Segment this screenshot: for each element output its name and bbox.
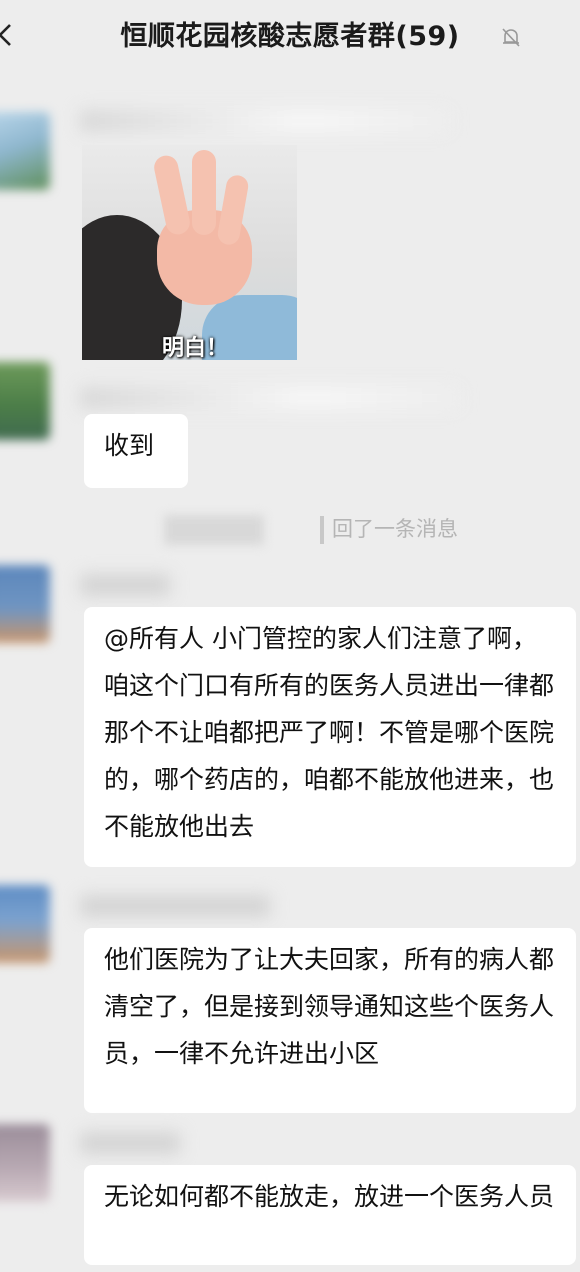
mute-bell-icon — [502, 28, 520, 47]
message-bubble: 他们医院为了让大夫回家，所有的病人都清空了，但是接到领导通知这些个医务人员，一律… — [84, 928, 576, 1113]
chat-title: 恒顺花园核酸志愿者群(59) — [120, 21, 460, 52]
quote-bar — [320, 516, 324, 544]
sender-nickname — [80, 574, 170, 596]
sender-nickname — [80, 895, 270, 917]
avatar[interactable] — [0, 362, 50, 440]
quote-notice: 回了一条消息 — [320, 513, 458, 544]
avatar[interactable] — [0, 112, 50, 190]
sticker-caption: 明白！ — [162, 336, 229, 360]
sender-nickname — [80, 1132, 180, 1154]
avatar[interactable] — [0, 885, 50, 963]
sticker-finger — [192, 150, 216, 235]
quote-notice-text: 回了一条消息 — [332, 517, 458, 541]
message-bubble: 收到 — [84, 414, 188, 488]
sticker-finger — [151, 153, 193, 237]
avatar[interactable] — [0, 1124, 50, 1202]
quoted-sender — [164, 515, 264, 545]
chat-header: 恒顺花园核酸志愿者群(59) — [0, 0, 580, 72]
avatar[interactable] — [0, 565, 50, 643]
sender-nickname — [80, 387, 460, 409]
sticker-image[interactable]: 明白！ — [82, 145, 297, 360]
message-bubble: @所有人 小门管控的家人们注意了啊，咱这个门口有所有的医务人员进出一律都那个不让… — [84, 607, 576, 867]
sender-nickname — [80, 110, 450, 132]
message-bubble: 无论如何都不能放走，放进一个医务人员 — [84, 1165, 576, 1265]
